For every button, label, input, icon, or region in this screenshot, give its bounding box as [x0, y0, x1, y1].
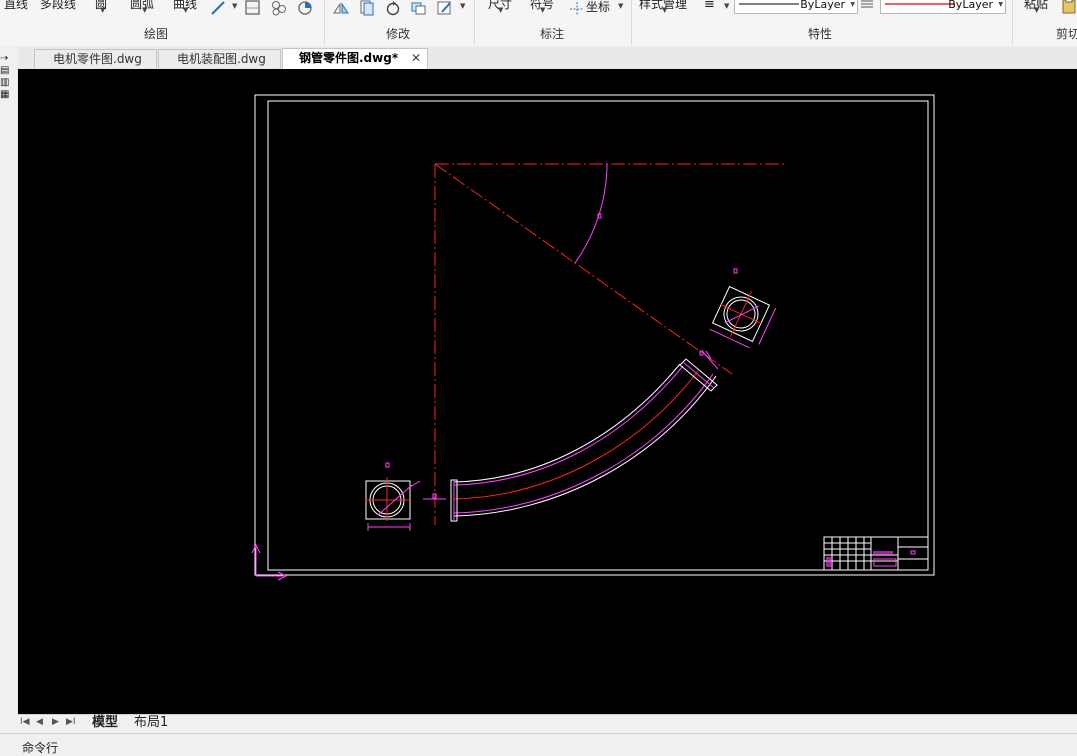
first-layout-icon[interactable]: I◀: [20, 717, 30, 727]
command-line-label: 命令行: [22, 741, 59, 755]
tab-layout1[interactable]: 布局1: [134, 715, 168, 731]
circle-dropdown-arrow[interactable]: ▼: [100, 6, 105, 14]
color-value: ByLayer: [948, 0, 993, 11]
next-layout-icon[interactable]: ▶: [52, 717, 59, 727]
panel-label-modify: 修改: [386, 27, 411, 41]
coordinate-dropdown-arrow[interactable]: ▼: [618, 2, 623, 10]
lineweight-dropdown-arrow[interactable]: ▼: [724, 2, 729, 10]
dimension-dropdown-arrow[interactable]: ▼: [498, 6, 503, 14]
panel-label-properties: 特性: [808, 27, 833, 41]
linetype-icon[interactable]: [860, 0, 874, 14]
array-icon[interactable]: [410, 0, 428, 16]
ribbon-separator: [631, 0, 632, 44]
palette-icon[interactable]: ▦: [0, 90, 9, 100]
color-select[interactable]: ByLayer ▼: [880, 0, 1006, 14]
linetype-sample: [739, 3, 799, 5]
side-toolbar: ⇢ ▤ ▥ ▦: [0, 46, 19, 734]
tab-motor-part[interactable]: 电机零件图.dwg: [34, 49, 157, 68]
pipe-inner-wall-outer: [453, 363, 681, 483]
chevron-down-icon: ▼: [998, 1, 1003, 8]
coordinate-icon[interactable]: [568, 0, 586, 16]
properties-icon[interactable]: ▥: [0, 78, 9, 88]
right-section-label: [733, 268, 738, 274]
style-manager-dropdown-arrow[interactable]: ▼: [662, 6, 667, 14]
modify-dropdown-arrow[interactable]: ▼: [460, 2, 465, 10]
pipe-outer-wall-inner: [453, 373, 714, 514]
ribbon-separator: [324, 0, 325, 44]
boundary-icon[interactable]: [296, 0, 314, 16]
symbol-dropdown-arrow[interactable]: ▼: [540, 6, 545, 14]
polyline-tool[interactable]: 多段线: [40, 0, 76, 12]
drawing-canvas[interactable]: [18, 69, 1077, 714]
document-tab-bar: 电机零件图.dwg 电机装配图.dwg 钢管零件图.dwg* ✕: [18, 46, 1077, 70]
construction-line-dropdown-arrow[interactable]: ▼: [232, 2, 237, 10]
tab-motor-assembly[interactable]: 电机装配图.dwg: [158, 49, 281, 68]
panel-label-draw: 绘图: [144, 27, 169, 41]
curve-dropdown-arrow[interactable]: ▼: [183, 6, 188, 14]
linetype-value: ByLayer: [800, 0, 845, 11]
tab-model[interactable]: 模型: [92, 715, 118, 731]
construction-line-icon[interactable]: [210, 0, 228, 16]
command-line[interactable]: 命令行: [0, 733, 1077, 756]
layer-icon[interactable]: ▤: [0, 66, 9, 76]
edit-icon[interactable]: [436, 0, 454, 16]
linetype-select[interactable]: ByLayer ▼: [734, 0, 858, 14]
coordinate-tool[interactable]: 坐标: [586, 0, 610, 15]
right-section-view: [709, 285, 777, 349]
last-layout-icon[interactable]: ▶I: [66, 717, 76, 727]
layout-tab-bar: I◀ ◀ ▶ ▶I 模型 布局1: [18, 714, 1077, 733]
sheet-outer-frame: [254, 94, 935, 576]
hatch-icon[interactable]: [244, 0, 262, 16]
region-icon[interactable]: [270, 0, 288, 16]
left-section-view: [365, 462, 421, 531]
paste-dropdown-arrow[interactable]: ▼: [1034, 6, 1039, 14]
dim-tick-right-1: [701, 350, 719, 370]
pipe-inner-wall: [453, 365, 684, 486]
drawing-svg[interactable]: [18, 69, 1077, 714]
title-block: [823, 536, 929, 571]
center-line-diagonal: [434, 163, 733, 375]
copy-icon[interactable]: [358, 0, 376, 16]
tab-label: 电机零件图.dwg: [53, 52, 142, 66]
tab-steel-pipe-part[interactable]: 钢管零件图.dwg* ✕: [282, 48, 428, 69]
tab-label: 钢管零件图.dwg*: [299, 51, 399, 65]
arc-dropdown-arrow[interactable]: ▼: [142, 6, 147, 14]
insert-icon[interactable]: ⇢: [0, 54, 8, 64]
tab-label: 电机装配图.dwg: [177, 52, 266, 66]
rotate-icon[interactable]: [384, 0, 402, 16]
panel-label-clipboard: 剪切: [1056, 27, 1077, 41]
pipe-outer-wall: [453, 375, 717, 517]
close-icon[interactable]: ✕: [411, 49, 421, 68]
line-tool[interactable]: 直线: [4, 0, 28, 12]
color-sample: [885, 3, 955, 5]
prev-layout-icon[interactable]: ◀: [36, 717, 43, 727]
ribbon: 直线 多段线 圆 ▼ 圆弧 ▼ 曲线 ▼ ▼ ▼ 尺寸 ▼ 符号 ▼ 坐标 ▼: [0, 0, 1077, 47]
ribbon-separator: [1012, 0, 1013, 44]
lineweight-icon[interactable]: ≡: [704, 0, 715, 12]
chevron-down-icon: ▼: [850, 1, 855, 8]
panel-label-annotate: 标注: [540, 27, 565, 41]
clipboard-icon[interactable]: [1060, 0, 1077, 14]
angle-dimension-arc: [574, 163, 608, 264]
ribbon-separator: [474, 0, 475, 44]
mirror-icon[interactable]: [332, 0, 350, 16]
